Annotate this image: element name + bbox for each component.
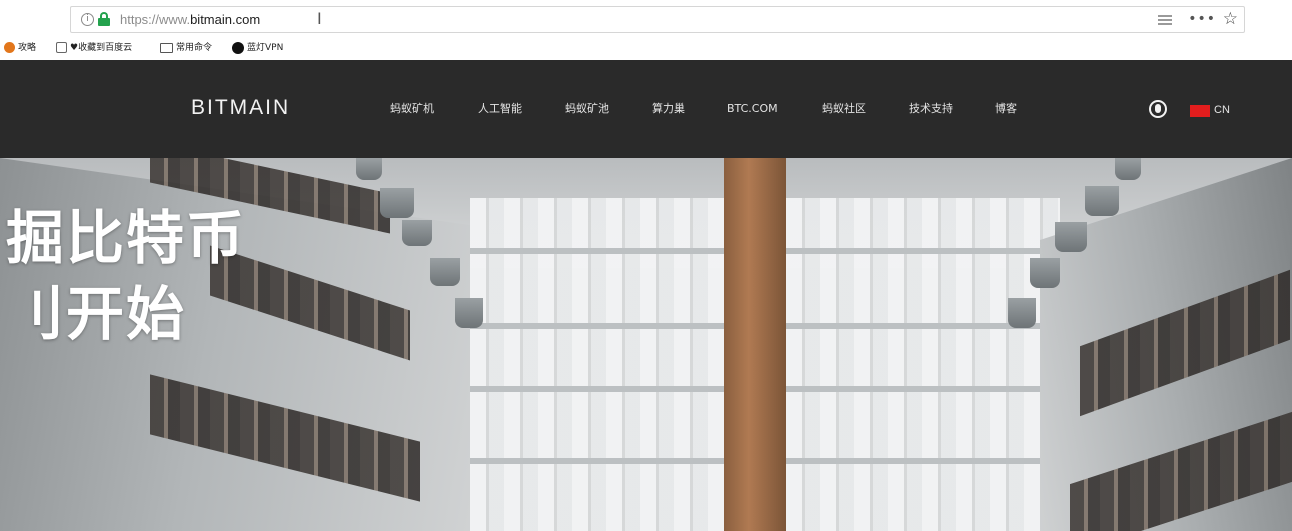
nav-item-support[interactable]: 技术支持 [909,102,953,116]
url-host: bitmain.com [190,12,261,27]
hero-headline-line2: 刂开始 [6,280,187,348]
language-label[interactable]: CN [1214,103,1230,117]
flame-icon [4,42,15,53]
address-bar[interactable]: i https://www.bitmain.com I ••• ☆ [70,6,1245,33]
site-header: BITMAIN 蚂蚁矿机 人工智能 蚂蚁矿池 算力巢 BTC.COM 蚂蚁社区 … [0,60,1292,158]
fan-duct [1008,298,1036,328]
reader-mode-icon[interactable] [1158,13,1172,27]
bookmark-label: 蓝灯VPN [247,43,284,53]
fan-duct [356,158,382,180]
user-icon[interactable] [1149,100,1167,118]
hero-headline: 掘比特币 刂开始 [6,204,246,348]
fan-duct [455,298,483,328]
china-flag-icon[interactable] [1190,105,1210,117]
hero-banner: 掘比特币 刂开始 [0,158,1292,531]
bookmark-item[interactable]: 常用命令 [160,40,212,56]
text-cursor-icon: I [317,9,322,28]
hero-headline-line1: 掘比特币 [6,204,247,272]
bookmark-item[interactable]: 攻略 [4,40,36,56]
bookmark-label: 攻略 [18,43,37,53]
fan-duct [1055,222,1087,252]
bookmark-label: 常用命令 [176,43,213,53]
fan-duct [1030,258,1060,288]
fan-duct [1115,158,1141,180]
folder-icon [160,42,173,53]
github-icon [232,41,244,54]
url-prefix: https://www. [120,12,191,27]
bitmain-logo[interactable]: BITMAIN [191,95,290,121]
nav-item-hashnest[interactable]: 算力巢 [652,102,685,116]
nav-item-antminer[interactable]: 蚂蚁矿机 [390,102,434,116]
more-actions-button[interactable]: ••• [1188,9,1216,29]
bookmark-star-icon[interactable]: ☆ [1223,8,1238,30]
nav-item-btc-com[interactable]: BTC.COM [727,102,778,116]
bookmark-item[interactable]: ♥收藏到百度云 [56,40,132,56]
bookmarks-bar: 攻略 ♥收藏到百度云 常用命令 蓝灯VPN [0,36,1292,60]
fan-duct [430,258,460,286]
info-icon[interactable]: i [81,13,94,26]
url-text[interactable]: https://www.bitmain.com [120,11,260,28]
nav-item-community[interactable]: 蚂蚁社区 [822,102,866,116]
center-pillar [724,158,786,531]
nav-item-ai[interactable]: 人工智能 [478,102,522,116]
browser-toolbar: i https://www.bitmain.com I ••• ☆ [0,0,1292,36]
fan-duct [380,188,414,218]
lock-icon[interactable] [98,12,110,26]
bookmark-item[interactable]: 蓝灯VPN [232,40,283,56]
nav-item-blog[interactable]: 博客 [995,102,1017,116]
fan-duct [402,220,432,246]
bookmark-label: ♥收藏到百度云 [70,43,133,53]
nav-item-antpool[interactable]: 蚂蚁矿池 [565,102,609,116]
bookmark-icon [56,42,67,53]
fan-duct [1085,186,1119,216]
